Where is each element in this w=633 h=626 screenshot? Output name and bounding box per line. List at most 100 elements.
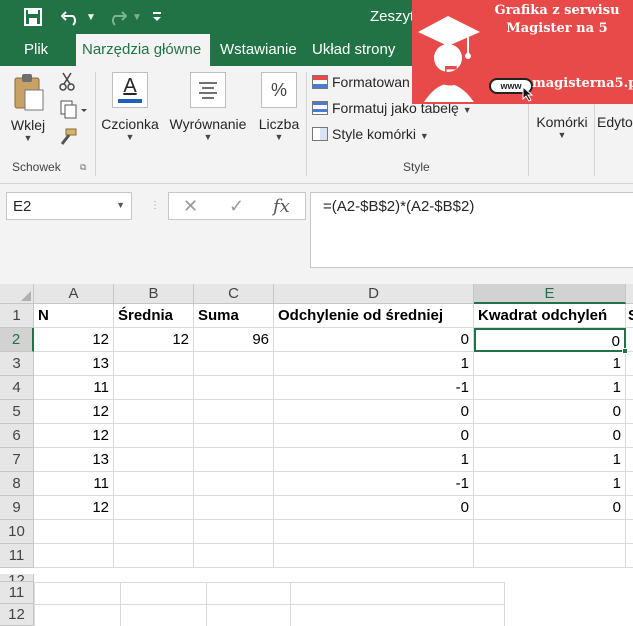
row-header[interactable]: 12 [0,574,34,582]
data-cell[interactable]: 13 [34,352,114,376]
data-cell[interactable]: 12 [114,328,194,352]
data-cell[interactable]: 12 [34,496,114,520]
data-cell[interactable]: 0 [474,496,626,520]
data-cell[interactable]: 96 [194,328,274,352]
row-header[interactable]: 11 [0,582,34,604]
row-header[interactable]: 9 [0,496,34,520]
formula-input[interactable]: =(A2-$B$2)*(A2-$B$2) [310,192,633,268]
tab-insert[interactable]: Wstawianie [214,34,303,66]
format-painter-icon[interactable] [56,128,78,150]
data-cell[interactable] [626,544,633,568]
row-header[interactable]: 10 [0,520,34,544]
name-box[interactable]: E2 ▼ [6,192,132,220]
column-header-b[interactable]: B [114,284,194,304]
data-cell[interactable] [194,424,274,448]
data-cell[interactable] [114,472,194,496]
data-cell[interactable] [194,496,274,520]
data-cell[interactable]: 0 [274,328,474,352]
fill-handle[interactable] [622,348,628,354]
data-cell[interactable] [194,352,274,376]
select-all-corner[interactable] [0,284,34,304]
number-button[interactable]: % Liczba ▼ [254,72,304,142]
data-cell[interactable] [626,496,633,520]
customize-qat-icon[interactable] [150,5,164,29]
data-cell[interactable]: 1 [474,472,626,496]
redo-dropdown-icon[interactable]: ▼ [130,5,144,29]
cut-icon[interactable] [56,72,78,94]
data-cell[interactable] [114,544,194,568]
undo-icon[interactable] [58,5,84,29]
data-cell[interactable] [194,448,274,472]
data-cell[interactable] [626,352,633,376]
column-title-cell[interactable]: Suma [194,304,274,328]
format-as-table-dropdown-icon[interactable]: ▼ [463,105,472,115]
data-cell[interactable]: 0 [474,400,626,424]
column-header-next[interactable] [626,284,633,304]
cancel-icon[interactable]: ✕ [183,196,198,217]
data-cell[interactable] [626,520,633,544]
column-title-cell[interactable]: N [34,304,114,328]
data-cell[interactable] [474,544,626,568]
editing-button[interactable]: Edyto [597,114,633,130]
column-header-d[interactable]: D [274,284,474,304]
paste-button[interactable]: Wklej ▼ [6,72,50,143]
column-title-cell[interactable]: Odchylenie od średniej [274,304,474,328]
data-cell[interactable] [114,400,194,424]
data-cell[interactable]: 12 [34,400,114,424]
data-cell[interactable] [34,544,114,568]
undo-dropdown-icon[interactable]: ▼ [84,5,98,29]
data-cell[interactable]: 13 [34,448,114,472]
data-cell[interactable] [194,520,274,544]
data-cell[interactable]: 0 [274,400,474,424]
data-cell[interactable] [114,352,194,376]
data-cell[interactable] [474,520,626,544]
data-cell[interactable] [114,376,194,400]
insert-function-icon[interactable]: fx [273,196,290,217]
save-icon[interactable] [20,5,46,29]
data-cell[interactable]: 1 [274,352,474,376]
row-header[interactable]: 2 [0,328,34,352]
column-header-e[interactable]: E [474,284,626,304]
formula-bar-grip-icon[interactable]: ⋮ [150,200,160,211]
row-header[interactable]: 11 [0,544,34,568]
data-cell[interactable] [194,376,274,400]
cell-styles-dropdown-icon[interactable]: ▼ [420,131,429,141]
data-cell[interactable]: 11 [34,376,114,400]
data-cell[interactable]: 0 [474,328,626,352]
row-header[interactable]: 1 [0,304,34,328]
data-cell[interactable] [114,448,194,472]
data-cell[interactable]: 1 [474,352,626,376]
data-cell[interactable]: 0 [274,496,474,520]
data-cell[interactable] [194,472,274,496]
data-cell[interactable]: 12 [34,424,114,448]
clipboard-launcher-icon[interactable]: ⧉ [80,162,86,173]
data-cell[interactable]: 12 [34,328,114,352]
column-title-cell[interactable]: Średnia [114,304,194,328]
data-cell[interactable] [114,424,194,448]
cells-button[interactable]: Komórki ▼ [530,114,594,140]
data-cell[interactable] [34,520,114,544]
data-cell[interactable]: 11 [34,472,114,496]
data-cell[interactable] [114,496,194,520]
data-cell[interactable] [114,520,194,544]
alignment-button[interactable]: Wyrównanie ▼ [166,72,250,142]
number-dropdown-icon[interactable]: ▼ [254,132,304,142]
data-cell[interactable] [626,472,633,496]
row-header[interactable]: 7 [0,448,34,472]
cell-styles-button[interactable]: Style komórki ▼ [312,126,429,142]
row-header[interactable]: 12 [0,604,34,626]
data-cell[interactable]: -1 [274,376,474,400]
name-box-dropdown-icon[interactable]: ▼ [116,200,125,210]
data-cell[interactable] [626,448,633,472]
enter-icon[interactable]: ✓ [229,196,244,217]
tab-home[interactable]: Narzędzia główne [76,34,210,66]
data-cell[interactable] [626,376,633,400]
tab-file[interactable]: Plik [18,34,54,66]
data-cell[interactable] [194,400,274,424]
column-title-cell[interactable]: Kwadrat odchyleń [474,304,626,328]
data-cell[interactable] [626,400,633,424]
row-header[interactable]: 8 [0,472,34,496]
data-cell[interactable] [626,424,633,448]
row-header[interactable]: 3 [0,352,34,376]
alignment-dropdown-icon[interactable]: ▼ [166,132,250,142]
